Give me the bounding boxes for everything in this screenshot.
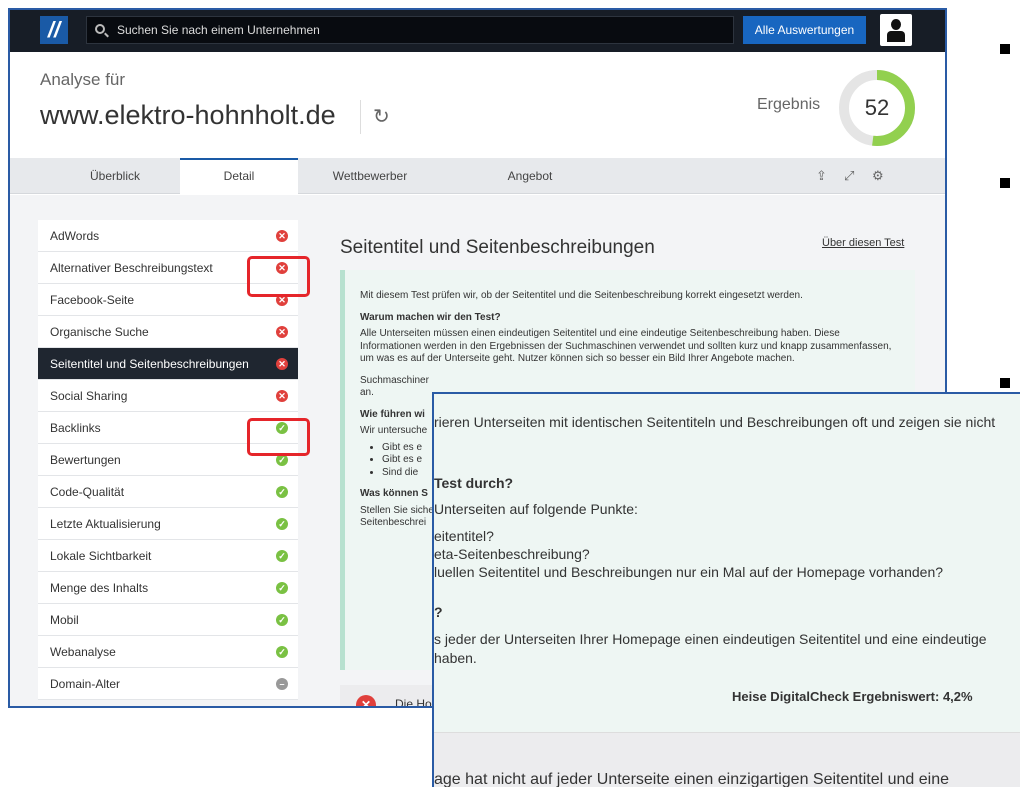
fail-icon: ✕ — [276, 230, 288, 242]
check-icon: ✓ — [276, 550, 288, 562]
sidebar-item[interactable]: Webanalyse ✓ — [38, 636, 298, 668]
fullscreen-icon[interactable]: ⤢ — [844, 168, 854, 184]
can-text: Stellen Sie siche — [360, 504, 434, 516]
sidebar-item-label: Lokale Sichtbarkeit — [50, 549, 152, 563]
sidebar-item-label: Seitentitel und Seitenbeschreibungen — [50, 357, 249, 371]
result-text: Die Ho — [395, 697, 432, 708]
sidebar-item-label: Organische Suche — [50, 325, 149, 339]
top-navbar: // Suchen Sie nach einem Unternehmen All… — [10, 10, 945, 52]
content-title: Seitentitel und Seitenbeschreibungen — [340, 237, 655, 258]
sidebar-item-label: Facebook-Seite — [50, 293, 135, 307]
neutral-icon: – — [276, 678, 288, 690]
sidebar-item[interactable]: Social Sharing ✕ — [38, 380, 298, 412]
check-icon: ✓ — [276, 646, 288, 658]
sidebar-item-label: Menge des Inhalts — [50, 581, 149, 595]
zoom-line: Unterseiten auf folgende Punkte: — [434, 501, 638, 517]
intro-text: Mit diesem Test prüfen wir, ob der Seite… — [360, 290, 803, 301]
score-value: 52 — [864, 95, 890, 120]
search-placeholder: Suchen Sie nach einem Unternehmen — [117, 23, 320, 37]
tab-offer[interactable]: Angebot — [470, 158, 590, 194]
search-icon — [95, 24, 105, 34]
why-text: Alle Unterseiten müssen einen eindeutige… — [360, 328, 892, 364]
tab-overview[interactable]: Überblick — [50, 158, 180, 194]
zoom-question: ? — [434, 604, 443, 620]
sidebar-item-label: Webanalyse — [50, 645, 116, 659]
zoom-heading: Test durch? — [434, 475, 514, 491]
sidebar-item[interactable]: Mobil ✓ — [38, 604, 298, 636]
sidebar-item[interactable]: Organische Suche ✕ — [38, 316, 298, 348]
zoom-line: haben. — [434, 650, 477, 666]
check-icon: ✓ — [276, 582, 288, 594]
slide-bullet — [1000, 44, 1010, 54]
analysis-label: Analyse für — [40, 70, 126, 89]
user-avatar-button[interactable] — [880, 14, 912, 46]
fail-icon: ✕ — [276, 390, 288, 402]
app-logo[interactable]: // — [40, 16, 68, 44]
fail-icon: ✕ — [356, 695, 376, 706]
zoom-bullet: eitentitel? — [434, 528, 494, 544]
slide-bullet — [1000, 378, 1010, 388]
highlight-box — [247, 418, 310, 456]
zoomed-detail-panel: rieren Unterseiten mit identischen Seite… — [432, 392, 1020, 787]
share-icon[interactable]: ⇪ — [816, 168, 827, 184]
zoom-result-bar: age hat nicht auf jeder Unterseite einen… — [434, 732, 1020, 787]
tab-detail[interactable]: Detail — [180, 158, 298, 194]
sidebar-item[interactable]: Code-Qualität ✓ — [38, 476, 298, 508]
sidebar-item-label: Code-Qualität — [50, 485, 125, 499]
zoom-line: s jeder der Unterseiten Ihrer Homepage e… — [434, 631, 987, 647]
sidebar-item[interactable]: Menge des Inhalts ✓ — [38, 572, 298, 604]
sidebar-item[interactable]: AdWords ✕ — [38, 220, 298, 252]
sidebar-item-label: Mobil — [50, 613, 79, 627]
zoom-bullet: luellen Seitentitel und Beschreibungen n… — [434, 564, 944, 580]
highlight-box — [247, 256, 310, 297]
sidebar-item-label: Letzte Aktualisierung — [50, 517, 161, 531]
check-icon: ✓ — [276, 486, 288, 498]
zoom-bullet: eta-Seitenbeschreibung? — [434, 546, 590, 562]
sidebar-item-label: Social Sharing — [50, 389, 128, 403]
sidebar-item[interactable]: Lokale Sichtbarkeit ✓ — [38, 540, 298, 572]
fail-icon: ✕ — [276, 358, 288, 370]
all-reports-button[interactable]: Alle Auswertungen — [743, 16, 866, 44]
refresh-icon[interactable]: ↻ — [360, 100, 390, 134]
search-input[interactable]: Suchen Sie nach einem Unternehmen — [86, 16, 734, 44]
sidebar-item-label: AdWords — [50, 229, 100, 243]
slide-bullet — [1000, 178, 1010, 188]
zoom-line: rieren Unterseiten mit identischen Seite… — [434, 414, 996, 430]
check-icon: ✓ — [276, 614, 288, 626]
check-icon: ✓ — [276, 518, 288, 530]
sidebar-item-label: Backlinks — [50, 421, 101, 435]
sidebar-item[interactable]: Seitentitel und Seitenbeschreibungen ✕ — [38, 348, 298, 380]
why-text2: Suchmaschiner — [360, 374, 429, 386]
result-label: Ergebnis — [757, 96, 821, 113]
sidebar-item[interactable]: Letzte Aktualisierung ✓ — [38, 508, 298, 540]
why-heading: Warum machen wir den Test? — [360, 311, 501, 323]
sidebar-item[interactable]: Domain-Alter – — [38, 668, 298, 700]
domain-title: www.elektro-hohnholt.de — [40, 100, 336, 130]
tab-bar: Überblick Detail Wettbewerber Angebot ⇪ … — [10, 158, 945, 194]
zoom-footer-text: age hat nicht auf jeder Unterseite einen… — [434, 771, 950, 787]
sidebar-item-label: Alternativer Beschreibungstext — [50, 261, 213, 275]
sidebar-item-label: Domain-Alter — [50, 677, 121, 691]
zoom-score: Heise DigitalCheck Ergebniswert: 4,2% — [732, 689, 973, 704]
fail-icon: ✕ — [276, 326, 288, 338]
user-icon — [891, 19, 901, 30]
sidebar-item-label: Bewertungen — [50, 453, 121, 467]
tab-competitors[interactable]: Wettbewerber — [310, 158, 430, 194]
settings-icon[interactable]: ⚙ — [872, 168, 884, 184]
about-test-link[interactable]: Über diesen Test — [822, 237, 904, 249]
